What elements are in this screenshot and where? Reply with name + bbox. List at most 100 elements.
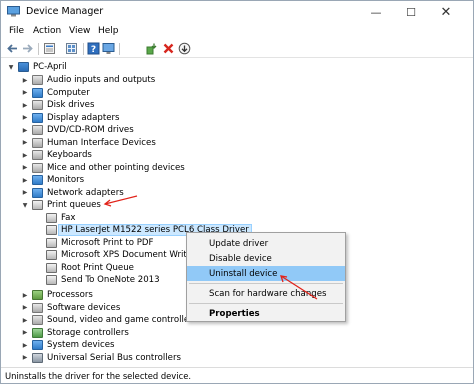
print-queue-label: Fax (61, 212, 76, 223)
printer-icon (46, 212, 57, 223)
display-adapter-icon (32, 112, 43, 123)
tree-item[interactable]: ▶ Universal Serial Bus controllers (21, 352, 181, 365)
usb-icon (32, 352, 43, 363)
expand-chevron-icon[interactable]: ▶ (21, 289, 29, 301)
menu-file[interactable]: File (9, 26, 24, 36)
expand-chevron-icon[interactable]: ▶ (21, 302, 29, 314)
print-queue-label: Microsoft XPS Document Writer (61, 250, 196, 261)
printer-icon (32, 200, 43, 211)
uninstall-device-menu-item[interactable]: Uninstall device (187, 266, 345, 281)
tree-item[interactable]: ▶ DVD/CD-ROM drives (21, 124, 134, 137)
tree-item[interactable]: ▶ System devices (21, 339, 114, 352)
tree-item[interactable]: ▶ Display adapters (21, 112, 120, 125)
tree-item-label: Network adapters (47, 187, 124, 198)
expand-chevron-icon[interactable]: ▶ (21, 99, 29, 111)
expand-chevron-icon[interactable]: ▶ (21, 149, 29, 161)
expand-chevron-icon[interactable]: ▶ (21, 74, 29, 86)
tree-item[interactable]: ▶ Processors (21, 289, 93, 302)
view-icon[interactable] (65, 42, 78, 55)
printer-icon (46, 237, 57, 248)
software-device-icon (32, 302, 43, 313)
tree-item[interactable]: ▶ Audio inputs and outputs (21, 74, 155, 87)
device-manager-window: Device Manager — ☐ ✕ File Action View He… (0, 0, 474, 384)
print-queue-item[interactable]: Send To OneNote 2013 (46, 274, 160, 287)
disk-drive-icon (32, 100, 43, 111)
print-queue-item[interactable]: Microsoft Print to PDF (46, 237, 153, 250)
printer-icon (46, 225, 57, 236)
tree-root[interactable]: ▼ PC-April (7, 61, 67, 74)
menu-action[interactable]: Action (33, 26, 61, 36)
device-manager-app-icon (7, 6, 20, 17)
maximize-button[interactable]: ☐ (396, 1, 426, 23)
tree-item[interactable]: ▶ Monitors (21, 174, 84, 187)
tree-item[interactable]: ▶ Human Interface Devices (21, 137, 156, 150)
menu-view[interactable]: View (69, 26, 90, 36)
back-arrow-icon[interactable] (6, 42, 19, 55)
uninstall-x-icon[interactable] (162, 42, 175, 55)
collapse-chevron-icon[interactable]: ▼ (21, 199, 29, 211)
expand-chevron-icon[interactable]: ▶ (21, 124, 29, 136)
expand-chevron-icon[interactable]: ▶ (21, 137, 29, 149)
tree-item[interactable]: ▶ Software devices (21, 302, 120, 315)
tree-item-label: Storage controllers (47, 327, 129, 338)
monitor-icon[interactable] (102, 42, 115, 55)
toolbar-separator (83, 43, 84, 55)
expand-chevron-icon[interactable]: ▶ (21, 327, 29, 339)
title-bar[interactable]: Device Manager — ☐ ✕ (1, 1, 473, 23)
properties-menu-item[interactable]: Properties (187, 306, 345, 321)
tree-item[interactable]: ▶ Disk drives (21, 99, 94, 112)
help-icon[interactable]: ? (87, 42, 100, 55)
expand-chevron-icon[interactable]: ▶ (21, 174, 29, 186)
print-queue-label: Root Print Queue (61, 262, 134, 273)
tree-item[interactable]: ▶ Keyboards (21, 149, 92, 162)
keyboard-icon (32, 150, 43, 161)
forward-arrow-icon[interactable] (21, 42, 34, 55)
expand-chevron-icon[interactable]: ▶ (21, 162, 29, 174)
tree-item-label: Universal Serial Bus controllers (47, 352, 181, 363)
tree-item-label: Sound, video and game controllers (47, 315, 198, 326)
expand-chevron-icon[interactable]: ▶ (21, 87, 29, 99)
scan-hardware-menu-item[interactable]: Scan for hardware changes (187, 286, 345, 301)
scan-hardware-icon[interactable] (145, 42, 158, 55)
computer-icon (18, 62, 29, 73)
tree-item-label: DVD/CD-ROM drives (47, 125, 134, 136)
toolbar: ? (1, 40, 473, 58)
monitor-icon (32, 175, 43, 186)
print-queue-item[interactable]: Microsoft XPS Document Writer (46, 249, 196, 262)
minimize-button[interactable]: — (361, 1, 391, 23)
tree-item-label: Monitors (47, 175, 85, 186)
print-queue-item[interactable]: Fax (46, 212, 76, 225)
expand-chevron-icon[interactable]: ▶ (21, 314, 29, 326)
update-driver-menu-item[interactable]: Update driver (187, 236, 345, 251)
tree-item[interactable]: ▶ Mice and other pointing devices (21, 162, 185, 175)
disable-device-menu-item[interactable]: Disable device (187, 251, 345, 266)
expand-chevron-icon[interactable]: ▶ (21, 339, 29, 351)
print-queue-item[interactable]: Root Print Queue (46, 262, 134, 275)
tree-root-label: PC-April (33, 62, 67, 73)
menu-help[interactable]: Help (98, 26, 119, 36)
expand-chevron-icon[interactable]: ▶ (21, 187, 29, 199)
properties-icon[interactable] (43, 42, 56, 55)
status-text: Uninstalls the driver for the selected d… (5, 371, 192, 381)
tree-item[interactable]: ▶ Computer (21, 87, 90, 100)
sound-icon (32, 315, 43, 326)
context-menu: Update driver Disable device Uninstall d… (186, 232, 346, 322)
close-button[interactable]: ✕ (431, 1, 461, 23)
tree-item[interactable]: ▶ Storage controllers (21, 327, 129, 340)
dvd-drive-icon (32, 125, 43, 136)
tree-item-label: Software devices (47, 302, 121, 313)
collapse-chevron-icon[interactable]: ▼ (7, 61, 15, 73)
tree-item[interactable]: ▶ Sound, video and game controllers (21, 314, 197, 327)
tree-item-label: Processors (47, 290, 93, 301)
tree-item-label: Audio inputs and outputs (47, 75, 156, 86)
hid-icon (32, 137, 43, 148)
expand-chevron-icon[interactable]: ▶ (21, 352, 29, 364)
printer-icon (46, 275, 57, 286)
tree-item[interactable]: ▶ Network adapters (21, 187, 124, 200)
print-queue-label: Send To OneNote 2013 (61, 275, 160, 286)
tree-item-label: Mice and other pointing devices (47, 162, 185, 173)
expand-chevron-icon[interactable]: ▶ (21, 112, 29, 124)
update-driver-icon[interactable] (178, 42, 191, 55)
tree-item-label: Keyboards (47, 150, 92, 161)
tree-item-print-queues[interactable]: ▼ Print queues (21, 199, 101, 212)
